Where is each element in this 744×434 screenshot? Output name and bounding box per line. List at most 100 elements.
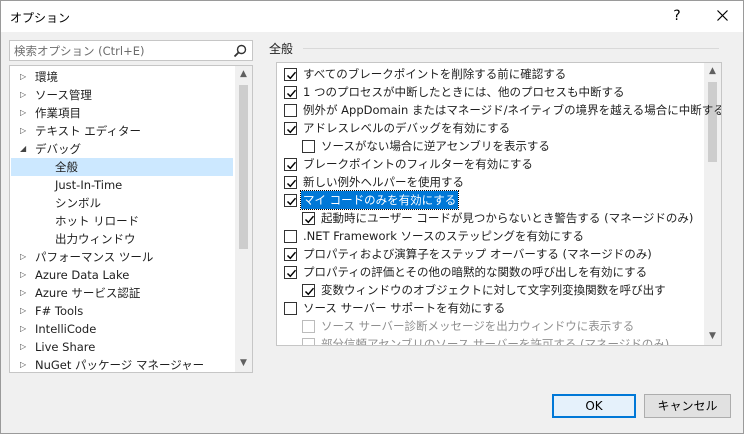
checkmark-icon (286, 197, 297, 206)
scroll-thumb[interactable] (239, 85, 248, 249)
chevron-right-icon[interactable]: ▷ (20, 68, 30, 86)
checkbox[interactable] (284, 158, 297, 171)
chevron-right-icon[interactable]: ▷ (20, 104, 30, 122)
search-icon[interactable] (233, 44, 247, 58)
tree-item-label: Azure Data Lake (35, 268, 130, 282)
tree-item-label: ソース管理 (35, 88, 92, 102)
tree-item[interactable]: ▷ テキスト エディター (11, 122, 233, 140)
tree-item[interactable]: ▷ パフォーマンス ツール (11, 248, 233, 266)
tree-item[interactable]: シンボル (11, 194, 233, 212)
checkbox[interactable] (284, 122, 297, 135)
tree-item-label: パフォーマンス ツール (35, 250, 154, 264)
option-label: ブレークポイントのフィルターを有効にする (303, 157, 533, 171)
checkmark-icon (286, 251, 297, 260)
option-label: 変数ウィンドウのオブジェクトに対して文字列変換関数を呼び出す (321, 283, 666, 297)
cancel-button[interactable]: キャンセル (644, 394, 731, 418)
tree-item-label: 出力ウィンドウ (55, 232, 136, 246)
scroll-down-arrow[interactable]: ▼ (235, 355, 252, 372)
checkmark-icon (286, 125, 297, 134)
search-box[interactable] (9, 40, 253, 61)
tree-item-label: Azure サービス認証 (35, 286, 141, 300)
tree-item-label: 作業項目 (35, 106, 81, 120)
tree-item-label: F# Tools (35, 304, 84, 318)
chevron-right-icon[interactable]: ▷ (20, 302, 30, 320)
option-label: ソースがない場合に逆アセンブリを表示する (321, 139, 550, 153)
tree-item[interactable]: 全般 (11, 158, 233, 176)
tree-item[interactable]: ▷ IntelliCode (11, 320, 233, 338)
tree-item-label: ホット リロード (55, 214, 140, 228)
options-dialog: オプション ? ▲ ▼ ▷ 環境 ▷ ソース管理 ▷ 作業項目 ▷ テキスト エディター ◢ デバ… (0, 0, 744, 434)
tree-item[interactable]: ◢ デバッグ (11, 140, 233, 158)
checkbox[interactable] (284, 86, 297, 99)
tree-item[interactable]: 出力ウィンドウ (11, 230, 233, 248)
checkbox[interactable] (284, 266, 297, 279)
section-title: 全般 (269, 42, 294, 56)
window-title: オプション (10, 11, 71, 25)
scroll-up-arrow[interactable]: ▲ (235, 66, 252, 83)
option-label: すべてのブレークポイントを削除する前に確認する (303, 67, 567, 81)
option-label: マイ コードのみを有効にする (299, 190, 460, 210)
checkbox (302, 338, 315, 345)
option-label: .NET Framework ソースのステッピングを有効にする (303, 229, 585, 243)
chevron-right-icon[interactable]: ▷ (20, 320, 30, 338)
checkbox[interactable] (302, 284, 315, 297)
close-icon (716, 10, 728, 21)
ok-button[interactable]: OK (552, 394, 636, 418)
checkbox[interactable] (284, 68, 297, 81)
option-label: 部分信頼アセンブリのソース サーバーを許可する (マネージドのみ) (321, 337, 670, 346)
checkbox[interactable] (284, 248, 297, 261)
checkbox[interactable] (284, 104, 297, 117)
title-bar: オプション ? (1, 1, 743, 32)
chevron-down-icon[interactable]: ◢ (20, 140, 30, 158)
tree-scrollbar[interactable]: ▲ ▼ (235, 66, 252, 372)
chevron-right-icon[interactable]: ▷ (20, 266, 30, 284)
chevron-right-icon[interactable]: ▷ (20, 338, 30, 356)
option-label: 1 つのプロセスが中断したときには、他のプロセスも中断する (303, 85, 625, 99)
options-list: ▲ ▼ すべてのブレークポイントを削除する前に確認する 1 つのプロセスが中断した… (276, 62, 722, 346)
checkbox[interactable] (284, 230, 297, 243)
checkbox[interactable] (284, 194, 297, 207)
tree-item-label: シンボル (55, 196, 101, 210)
checkbox[interactable] (284, 176, 297, 189)
scroll-down-arrow[interactable]: ▼ (704, 328, 721, 345)
search-input[interactable] (14, 42, 224, 59)
checkbox[interactable] (302, 212, 315, 225)
tree-item[interactable]: ホット リロード (11, 212, 233, 230)
tree-item[interactable]: ▷ Live Share (11, 338, 233, 356)
help-button[interactable]: ? (665, 4, 689, 28)
tree-item-label: NuGet パッケージ マネージャー (35, 358, 205, 372)
tree-item-label: テキスト エディター (35, 124, 142, 138)
tree-item-label: IntelliCode (35, 322, 97, 336)
option-label: プロパティおよび演算子をステップ オーバーする (マネージドのみ) (303, 247, 652, 261)
chevron-right-icon[interactable]: ▷ (20, 248, 30, 266)
option-label: ソース サーバー診断メッセージを出力ウィンドウに表示する (321, 319, 635, 333)
tree-item[interactable]: ▷ NuGet パッケージ マネージャー (11, 356, 233, 372)
tree-item[interactable]: ▷ F# Tools (11, 302, 233, 320)
chevron-right-icon[interactable]: ▷ (20, 284, 30, 302)
option-label: 例外が AppDomain またはマネージド/ネイティブの境界を越える場合に中断… (303, 103, 722, 117)
tree-item[interactable]: Just-In-Time (11, 176, 233, 194)
tree-item-label: 環境 (35, 70, 58, 84)
tree-item[interactable]: ▷ 環境 (11, 68, 233, 86)
checkbox[interactable] (284, 302, 297, 315)
tree-item[interactable]: ▷ Azure Data Lake (11, 266, 233, 284)
tree-item[interactable]: ▷ ソース管理 (11, 86, 233, 104)
scroll-up-arrow[interactable]: ▲ (704, 63, 721, 80)
checkmark-icon (286, 89, 297, 98)
checkmark-icon (304, 215, 315, 224)
checkmark-icon (286, 269, 297, 278)
chevron-right-icon[interactable]: ▷ (20, 86, 30, 104)
close-button[interactable] (707, 4, 737, 28)
checkmark-icon (286, 161, 297, 170)
chevron-right-icon[interactable]: ▷ (20, 122, 30, 140)
tree-item[interactable]: ▷ Azure サービス認証 (11, 284, 233, 302)
option-label: 新しい例外ヘルパーを使用する (303, 175, 464, 189)
tree-item[interactable]: ▷ 作業項目 (11, 104, 233, 122)
tree-item-label: 全般 (55, 160, 78, 174)
checkbox[interactable] (302, 140, 315, 153)
scroll-thumb[interactable] (708, 82, 717, 162)
tree-item-label: デバッグ (35, 142, 81, 156)
chevron-right-icon[interactable]: ▷ (20, 356, 30, 372)
option-label: ソース サーバー サポートを有効にする (303, 301, 506, 315)
options-tree: ▲ ▼ ▷ 環境 ▷ ソース管理 ▷ 作業項目 ▷ テキスト エディター ◢ デバッグ全般 Just… (9, 65, 253, 373)
